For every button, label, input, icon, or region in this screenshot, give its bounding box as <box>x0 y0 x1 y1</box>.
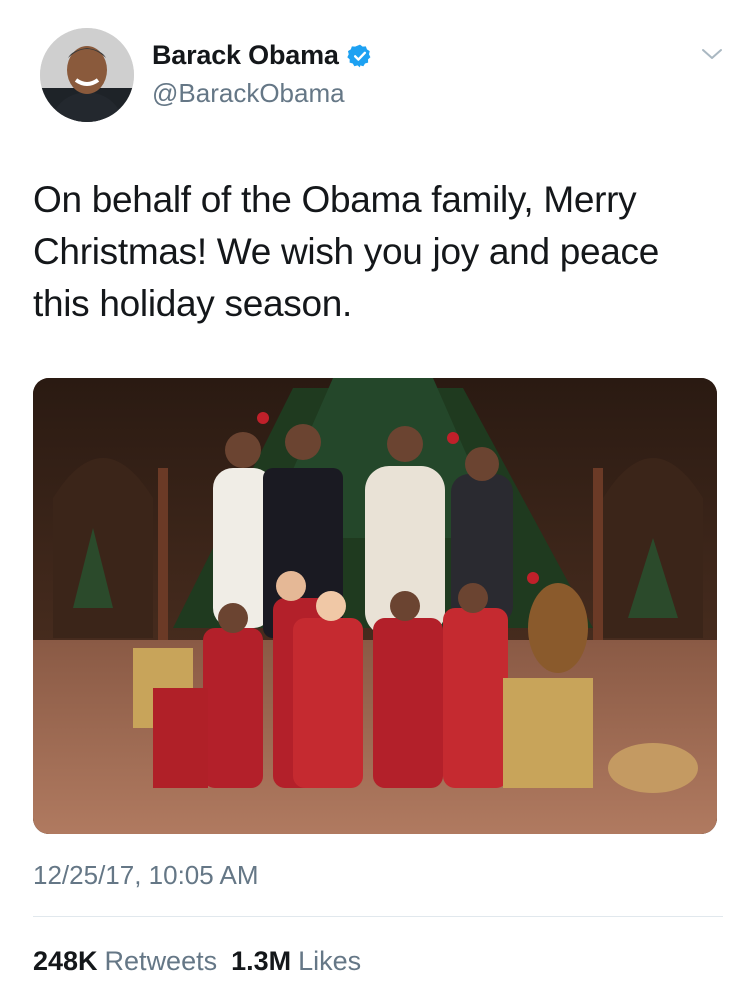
display-name[interactable]: Barack Obama <box>152 40 339 71</box>
retweets-label[interactable]: Retweets <box>105 946 218 977</box>
tweet-timestamp[interactable]: 12/25/17, 10:05 AM <box>33 860 259 891</box>
verified-badge-icon <box>347 43 373 69</box>
retweets-count[interactable]: 248K <box>33 946 98 977</box>
tweet-header: Barack Obama @BarackObama <box>40 28 730 128</box>
tweet-stats: 248K Retweets 1.3M Likes <box>33 946 361 977</box>
divider <box>33 916 723 917</box>
user-avatar[interactable] <box>40 28 134 122</box>
tweet-text: On behalf of the Obama family, Merry Chr… <box>33 179 660 324</box>
likes-label[interactable]: Likes <box>298 946 361 977</box>
tweet-photo[interactable] <box>33 378 717 834</box>
chevron-down-icon[interactable] <box>700 42 724 66</box>
name-row: Barack Obama <box>152 40 373 71</box>
user-handle[interactable]: @BarackObama <box>152 78 345 109</box>
likes-count[interactable]: 1.3M <box>231 946 291 977</box>
